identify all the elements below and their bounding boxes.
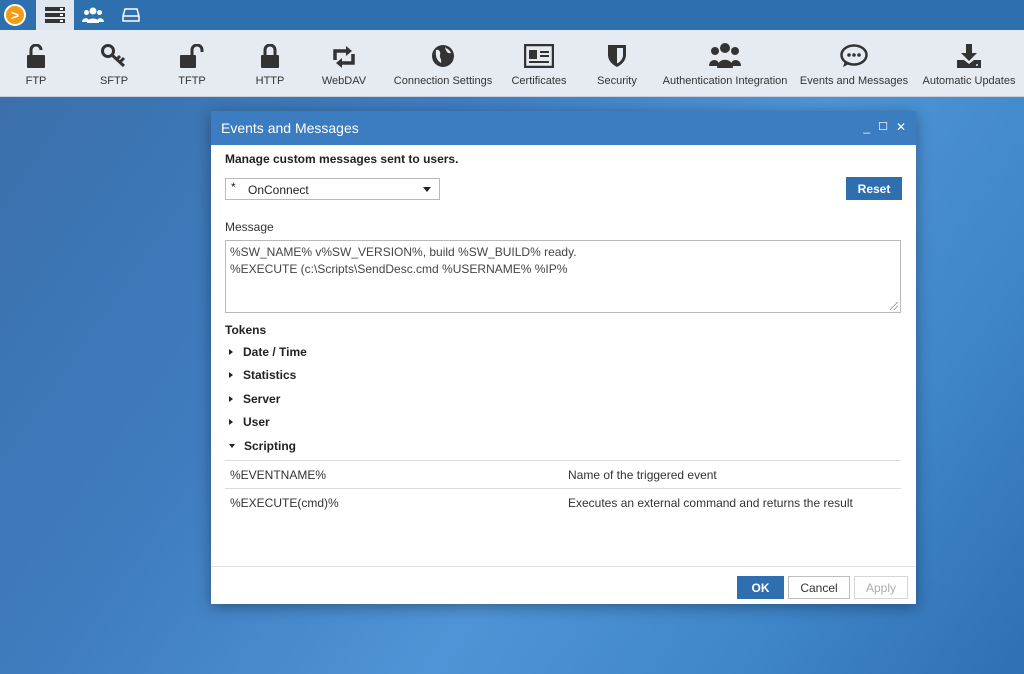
event-select-value: OnConnect <box>248 183 309 197</box>
token-group-server[interactable]: Server <box>229 392 280 406</box>
dialog-titlebar[interactable]: Events and Messages _ ☐ ✕ <box>211 111 916 145</box>
token-group-date-time[interactable]: Date / Time <box>229 345 307 359</box>
toolbar-authentication-integration[interactable]: Authentication Integration <box>663 30 787 97</box>
top-tab-strip: > <box>0 0 1024 30</box>
token-group-scripting[interactable]: Scripting <box>229 439 296 453</box>
id-card-icon <box>524 44 554 68</box>
token-description: Name of the triggered event <box>568 468 717 482</box>
message-label: Message <box>225 220 274 234</box>
sync-icon <box>333 46 355 68</box>
toolbar-http[interactable]: HTTP <box>234 30 306 97</box>
token-name: %EVENTNAME% <box>230 468 327 482</box>
globe-icon <box>432 45 454 67</box>
modified-marker: * <box>231 180 236 194</box>
minimize-icon[interactable]: _ <box>863 120 870 134</box>
collapse-arrow-icon <box>229 444 235 448</box>
token-group-statistics[interactable]: Statistics <box>229 368 296 382</box>
event-select[interactable]: * OnConnect <box>225 178 440 200</box>
events-messages-dialog: Events and Messages _ ☐ ✕ Manage custom … <box>211 111 916 604</box>
toolbar-sftp[interactable]: SFTP <box>78 30 150 97</box>
message-line: %SW_NAME% v%SW_VERSION%, build %SW_BUILD… <box>230 245 577 259</box>
toolbar-automatic-updates[interactable]: Automatic Updates <box>919 30 1019 97</box>
chat-icon <box>840 44 868 67</box>
toolbar-label: HTTP <box>255 75 285 87</box>
cancel-button[interactable]: Cancel <box>788 576 850 599</box>
token-description: Executes an external command and returns… <box>568 496 853 510</box>
dialog-footer: OK Cancel Apply <box>211 566 916 604</box>
message-textarea[interactable]: %SW_NAME% v%SW_VERSION%, build %SW_BUILD… <box>225 240 901 313</box>
toolbar-label: SFTP <box>99 75 129 87</box>
table-row[interactable]: %EVENTNAME% Name of the triggered event <box>225 460 901 488</box>
chevron-down-icon <box>423 187 431 192</box>
tab-servers[interactable] <box>36 0 74 30</box>
toolbar-certificates[interactable]: Certificates <box>503 30 575 97</box>
main-toolbar: FTP SFTP TFTP HTTP WebDAV Connection Set… <box>0 30 1024 97</box>
server-list-icon <box>45 7 65 23</box>
token-group-user[interactable]: User <box>229 415 270 429</box>
users-icon <box>82 7 104 23</box>
token-group-label: Date / Time <box>243 345 307 359</box>
tokens-label: Tokens <box>225 323 267 337</box>
toolbar-label: Security <box>597 75 637 87</box>
key-icon <box>101 44 126 68</box>
dialog-subtitle: Manage custom messages sent to users. <box>225 152 459 166</box>
expand-arrow-icon <box>229 396 233 402</box>
token-group-label: Statistics <box>243 368 297 382</box>
token-group-label: Scripting <box>244 439 297 453</box>
toolbar-label: Automatic Updates <box>922 75 1016 87</box>
lock-open-icon <box>27 44 45 68</box>
download-icon <box>957 44 981 68</box>
toolbar-webdav[interactable]: WebDAV <box>308 30 380 97</box>
toolbar-label: Authentication Integration <box>662 75 788 87</box>
expand-arrow-icon <box>229 349 233 355</box>
expand-arrow-icon <box>229 372 233 378</box>
app-logo-icon: > <box>4 4 26 26</box>
token-group-label: Server <box>243 392 281 406</box>
lock-open-icon <box>180 44 204 68</box>
ok-button[interactable]: OK <box>737 576 784 599</box>
dialog-title: Events and Messages <box>221 120 359 136</box>
close-icon[interactable]: ✕ <box>896 120 906 134</box>
message-line: %EXECUTE (c:\Scripts\SendDesc.cmd %USERN… <box>230 262 568 276</box>
tab-drive[interactable] <box>112 0 150 30</box>
toolbar-label: Events and Messages <box>799 75 909 87</box>
toolbar-label: TFTP <box>178 75 206 87</box>
token-group-label: User <box>243 415 270 429</box>
users-icon <box>709 43 741 68</box>
toolbar-security[interactable]: Security <box>581 30 653 97</box>
apply-button[interactable]: Apply <box>854 576 908 599</box>
toolbar-connection-settings[interactable]: Connection Settings <box>390 30 496 97</box>
token-name: %EXECUTE(cmd)% <box>230 496 339 510</box>
tab-users[interactable] <box>74 0 112 30</box>
toolbar-ftp[interactable]: FTP <box>0 30 72 97</box>
maximize-icon[interactable]: ☐ <box>878 120 888 134</box>
app-logo: > <box>0 0 30 30</box>
toolbar-events-and-messages[interactable]: Events and Messages <box>798 30 910 97</box>
reset-button[interactable]: Reset <box>846 177 902 200</box>
toolbar-label: FTP <box>25 75 47 87</box>
toolbar-label: Connection Settings <box>393 75 493 87</box>
toolbar-label: WebDAV <box>321 75 367 87</box>
shield-icon <box>608 45 626 67</box>
toolbar-tftp[interactable]: TFTP <box>156 30 228 97</box>
expand-arrow-icon <box>229 419 233 425</box>
resize-handle-icon[interactable] <box>890 302 898 310</box>
lock-icon <box>261 44 279 68</box>
scripting-token-table: %EVENTNAME% Name of the triggered event … <box>225 460 901 516</box>
toolbar-label: Certificates <box>511 75 567 87</box>
table-row[interactable]: %EXECUTE(cmd)% Executes an external comm… <box>225 488 901 516</box>
drive-icon <box>122 8 140 22</box>
